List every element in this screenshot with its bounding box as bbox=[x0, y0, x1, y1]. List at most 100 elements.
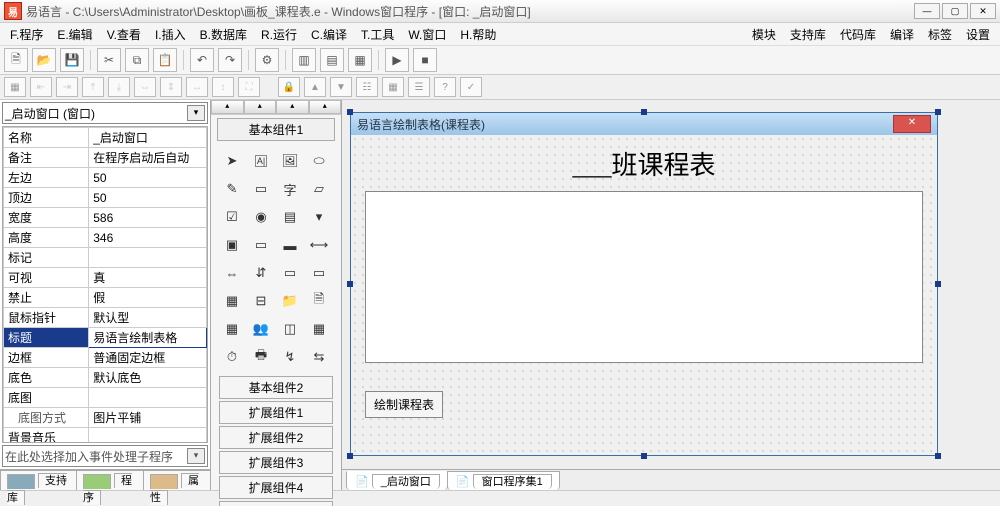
palette-category[interactable]: 基本组件2 bbox=[219, 376, 333, 399]
prop-row[interactable]: 宽度586 bbox=[4, 208, 207, 228]
prop-row[interactable]: 底色默认底色 bbox=[4, 368, 207, 388]
center-v-icon[interactable]: ⇕ bbox=[160, 77, 182, 97]
draw-button[interactable]: 绘制课程表 bbox=[365, 391, 443, 418]
align-left-icon[interactable]: ⇤ bbox=[30, 77, 52, 97]
event-selector[interactable]: 在此处选择加入事件处理子程序 ▾ bbox=[2, 445, 208, 467]
close-button[interactable]: ✕ bbox=[970, 3, 996, 19]
line-icon[interactable]: ▱ bbox=[308, 178, 330, 200]
prop-value[interactable] bbox=[89, 428, 207, 444]
net-icon[interactable]: ⇆ bbox=[308, 346, 330, 368]
menu-codedb[interactable]: 代码库 bbox=[834, 24, 882, 45]
heading-label[interactable]: ___班课程表 bbox=[351, 145, 937, 182]
text-icon[interactable]: ▭ bbox=[250, 178, 272, 200]
slider-icon[interactable]: ⟷ bbox=[308, 234, 330, 256]
tree-icon[interactable]: ⊟ bbox=[250, 290, 272, 312]
align-bottom-icon[interactable]: ⤓ bbox=[108, 77, 130, 97]
menu-settings[interactable]: 设置 bbox=[960, 24, 996, 45]
property-grid[interactable]: 名称_启动窗口备注在程序启动后自动左边50顶边50宽度586高度346标记可视真… bbox=[2, 126, 208, 443]
same-width-icon[interactable]: ↔ bbox=[186, 77, 208, 97]
group-icon[interactable]: ▣ bbox=[221, 234, 243, 256]
prop-value[interactable]: 真 bbox=[89, 268, 207, 288]
frame-icon[interactable]: ◫ bbox=[279, 318, 301, 340]
palette-category[interactable]: 扩展组件3 bbox=[219, 451, 333, 474]
cut-icon[interactable]: ✂ bbox=[97, 48, 121, 72]
prop-row[interactable]: 名称_启动窗口 bbox=[4, 128, 207, 148]
prop-value[interactable]: 在程序启动后自动 bbox=[89, 148, 207, 168]
status-icon[interactable]: ▭ bbox=[308, 262, 330, 284]
layout1-icon[interactable]: ▥ bbox=[292, 48, 316, 72]
picturebox-control[interactable] bbox=[365, 191, 923, 363]
prop-row[interactable]: 鼠标指针默认型 bbox=[4, 308, 207, 328]
object-selector[interactable]: _启动窗口 (窗口) ▾ bbox=[2, 102, 208, 124]
prop-row[interactable]: 标记 bbox=[4, 248, 207, 268]
menu-compile2[interactable]: 编译 bbox=[884, 24, 920, 45]
prop-row[interactable]: 底图方式图片平铺 bbox=[4, 408, 207, 428]
grid-icon[interactable]: ▦ bbox=[308, 318, 330, 340]
grid-icon[interactable]: ▦ bbox=[4, 77, 26, 97]
grid2-icon[interactable]: ▦ bbox=[382, 77, 404, 97]
palette-header[interactable]: 基本组件1 bbox=[217, 118, 335, 141]
prop-row[interactable]: 备注在程序启动后自动 bbox=[4, 148, 207, 168]
folder-icon[interactable]: 📁 bbox=[279, 290, 301, 312]
same-height-icon[interactable]: ↕ bbox=[212, 77, 234, 97]
copy-icon[interactable]: ⧉ bbox=[125, 48, 149, 72]
calendar-icon[interactable]: ▦ bbox=[221, 318, 243, 340]
test-icon[interactable]: ✓ bbox=[460, 77, 482, 97]
prop-value[interactable]: 50 bbox=[89, 188, 207, 208]
shape-icon[interactable]: ⬭ bbox=[308, 150, 330, 172]
menu-db[interactable]: B.数据库 bbox=[194, 24, 253, 45]
menu-window[interactable]: W.窗口 bbox=[402, 24, 452, 45]
prop-row[interactable]: 边框普通固定边框 bbox=[4, 348, 207, 368]
front-icon[interactable]: ▲ bbox=[304, 77, 326, 97]
tab-program[interactable]: 程序 bbox=[76, 470, 144, 490]
props-icon[interactable]: ☰ bbox=[408, 77, 430, 97]
menu-edit[interactable]: E.编辑 bbox=[51, 24, 98, 45]
stop-icon[interactable]: ■ bbox=[413, 48, 437, 72]
lock-icon[interactable]: 🔒 bbox=[278, 77, 300, 97]
scroll-icon[interactable]: ⇔ bbox=[221, 262, 243, 284]
palette-category[interactable]: 外部组件 bbox=[219, 501, 333, 506]
prop-row[interactable]: 背景音乐 bbox=[4, 428, 207, 444]
form-close-icon[interactable]: ✕ bbox=[893, 115, 931, 133]
pointer-icon[interactable]: ➤ bbox=[221, 150, 243, 172]
menu-view[interactable]: V.查看 bbox=[101, 24, 147, 45]
save-icon[interactable]: 💾 bbox=[60, 48, 84, 72]
form-window[interactable]: 易语言绘制表格(课程表) ✕ ___班课程表 绘制课程表 bbox=[350, 112, 938, 456]
help2-icon[interactable]: ? bbox=[434, 77, 456, 97]
menu-run[interactable]: R.运行 bbox=[255, 24, 303, 45]
doc-icon[interactable]: 🗎 bbox=[308, 290, 330, 312]
palette-category[interactable]: 扩展组件2 bbox=[219, 426, 333, 449]
menu-insert[interactable]: I.插入 bbox=[149, 24, 192, 45]
menu-file[interactable]: F.程序 bbox=[4, 24, 49, 45]
design-canvas[interactable]: 易语言绘制表格(课程表) ✕ ___班课程表 绘制课程表 📄 _启动窗口 📄 窗… bbox=[342, 100, 1000, 490]
align-right-icon[interactable]: ⇥ bbox=[56, 77, 78, 97]
back-icon[interactable]: ▼ bbox=[330, 77, 352, 97]
tab-design[interactable]: 📄 _启动窗口 bbox=[346, 471, 448, 490]
prop-value[interactable]: 图片平铺 bbox=[89, 408, 207, 428]
minimize-button[interactable]: — bbox=[914, 3, 940, 19]
prop-row[interactable]: 标题易语言绘制表格 bbox=[4, 328, 207, 348]
dropdown-icon[interactable]: ▾ bbox=[187, 105, 205, 121]
label-icon[interactable]: A| bbox=[250, 150, 272, 172]
find-icon[interactable]: ⚙ bbox=[255, 48, 279, 72]
tree-icon[interactable]: ☷ bbox=[356, 77, 378, 97]
menu-compile[interactable]: C.编译 bbox=[305, 24, 353, 45]
prop-value[interactable]: 默认底色 bbox=[89, 368, 207, 388]
prop-row[interactable]: 禁止假 bbox=[4, 288, 207, 308]
tab-lib[interactable]: 支持库 bbox=[0, 470, 77, 490]
print-icon[interactable]: 🖶 bbox=[250, 346, 272, 368]
menu-lib[interactable]: 支持库 bbox=[784, 24, 832, 45]
radio-icon[interactable]: ◉ bbox=[250, 206, 272, 228]
tab-code[interactable]: 📄 窗口程序集1 bbox=[447, 471, 560, 490]
prop-value[interactable]: 假 bbox=[89, 288, 207, 308]
palette-category[interactable]: 扩展组件1 bbox=[219, 401, 333, 424]
tab-icon[interactable]: ▭ bbox=[250, 234, 272, 256]
prop-value[interactable]: 默认型 bbox=[89, 308, 207, 328]
toolbar-icon[interactable]: ▭ bbox=[279, 262, 301, 284]
prop-row[interactable]: 左边50 bbox=[4, 168, 207, 188]
prop-value[interactable]: 50 bbox=[89, 168, 207, 188]
same-size-icon[interactable]: ⛶ bbox=[238, 77, 260, 97]
prop-row[interactable]: 高度346 bbox=[4, 228, 207, 248]
layout3-icon[interactable]: ▦ bbox=[348, 48, 372, 72]
maximize-button[interactable]: ▢ bbox=[942, 3, 968, 19]
